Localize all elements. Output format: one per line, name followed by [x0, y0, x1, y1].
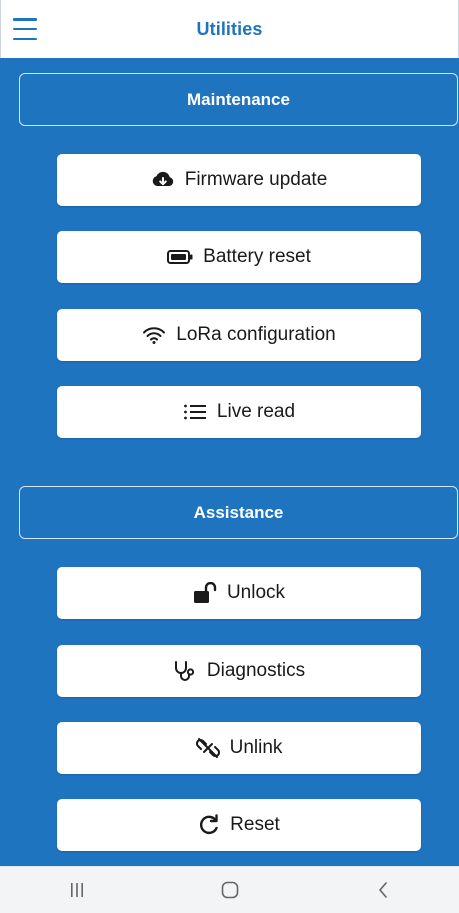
- battery-reset-button[interactable]: Battery reset: [57, 231, 421, 283]
- reset-button[interactable]: Reset: [57, 799, 421, 851]
- firmware-update-button[interactable]: Firmware update: [57, 154, 421, 206]
- back-icon[interactable]: [353, 870, 413, 910]
- diagnostics-button[interactable]: Diagnostics: [57, 645, 421, 697]
- unlink-label: Unlink: [229, 737, 283, 758]
- recent-apps-icon[interactable]: [47, 870, 107, 910]
- app-bar: Utilities: [0, 0, 459, 58]
- unlock-button[interactable]: Unlock: [57, 567, 421, 619]
- assistance-section-header: Assistance: [19, 486, 458, 539]
- battery-reset-label: Battery reset: [203, 246, 311, 267]
- home-icon[interactable]: [200, 870, 260, 910]
- live-read-button[interactable]: Live read: [57, 386, 421, 438]
- cloud-download-icon: [151, 170, 175, 190]
- stethoscope-icon: [173, 659, 197, 683]
- unlock-label: Unlock: [226, 582, 286, 603]
- reset-label: Reset: [230, 814, 280, 835]
- list-icon: [183, 403, 207, 421]
- lora-configuration-button[interactable]: LoRa configuration: [57, 309, 421, 361]
- diagnostics-label: Diagnostics: [206, 660, 306, 681]
- system-navigation-bar: [0, 866, 459, 913]
- page-title: Utilities: [196, 18, 263, 39]
- unlock-icon: [193, 582, 217, 604]
- live-read-label: Live read: [216, 401, 296, 422]
- unlink-icon: [195, 736, 220, 760]
- utilities-content: Maintenance Firmware update Battery rese…: [0, 58, 459, 866]
- refresh-icon: [198, 814, 220, 836]
- firmware-update-label: Firmware update: [184, 169, 328, 190]
- maintenance-section-header: Maintenance: [19, 73, 458, 126]
- lora-configuration-label: LoRa configuration: [176, 324, 336, 345]
- wifi-icon: [142, 325, 166, 345]
- hamburger-menu-icon[interactable]: [13, 18, 39, 40]
- battery-icon: [167, 249, 193, 265]
- unlink-button[interactable]: Unlink: [57, 722, 421, 774]
